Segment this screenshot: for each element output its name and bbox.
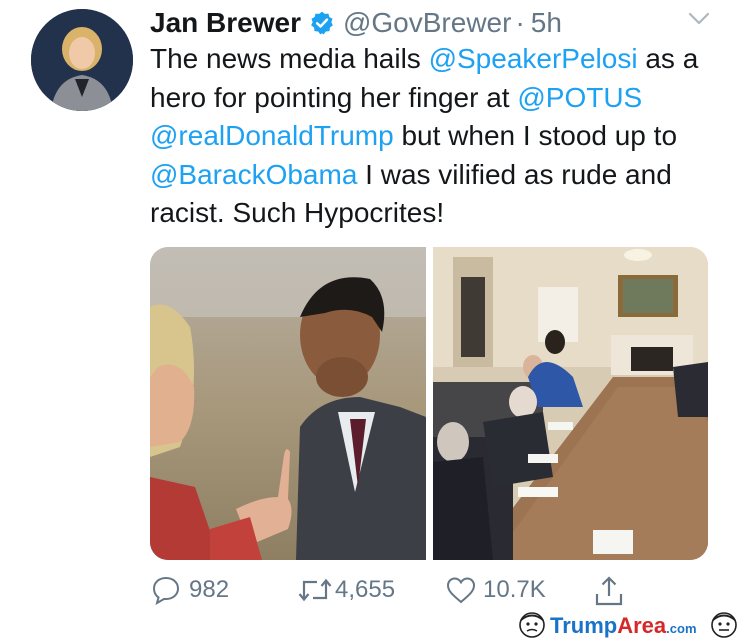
- watermark-text: TrumpArea.com: [550, 613, 697, 639]
- reply-count: 982: [189, 576, 230, 603]
- mention-link[interactable]: @realDonaldTrump: [150, 120, 394, 151]
- text-segment: The news media hails: [150, 43, 429, 74]
- chevron-down-icon[interactable]: [688, 12, 710, 31]
- tweet-actions: 982 4,655 10.7K: [0, 575, 740, 615]
- retweet-button[interactable]: 4,655: [297, 575, 395, 605]
- cartoon-face-icon: [711, 612, 737, 638]
- watermark-part-3: .com: [666, 621, 697, 636]
- author-avatar[interactable]: [31, 9, 133, 111]
- verified-badge-icon: [309, 10, 335, 36]
- mention-link[interactable]: @SpeakerPelosi: [429, 43, 638, 74]
- like-button[interactable]: 10.7K: [445, 575, 546, 605]
- share-button[interactable]: [594, 575, 624, 607]
- watermark-part-1: Trump: [550, 613, 618, 638]
- author-handle[interactable]: @GovBrewer: [343, 7, 511, 39]
- mention-link[interactable]: @BarackObama: [150, 159, 357, 190]
- reply-button[interactable]: 982: [151, 575, 229, 605]
- mention-link[interactable]: @POTUS: [517, 82, 642, 113]
- reply-icon: [151, 575, 181, 605]
- photo-right[interactable]: [433, 247, 708, 560]
- like-icon: [445, 575, 477, 605]
- tweet-timestamp[interactable]: 5h: [531, 7, 562, 39]
- tweet-header: Jan Brewer @GovBrewer · 5h: [150, 5, 562, 41]
- watermark-part-2: Area: [617, 613, 667, 638]
- retweet-icon: [297, 575, 333, 605]
- separator-dot: ·: [515, 7, 525, 38]
- like-count: 10.7K: [483, 576, 546, 603]
- avatar-image: [31, 9, 133, 111]
- text-segment: but when I stood up to: [393, 120, 678, 151]
- author-name[interactable]: Jan Brewer: [150, 7, 301, 39]
- retweet-count: 4,655: [335, 576, 396, 603]
- photo-left[interactable]: [150, 247, 426, 560]
- share-icon: [594, 575, 624, 607]
- tweet-media[interactable]: [150, 247, 708, 560]
- watermark-logo: TrumpArea.com: [518, 611, 740, 639]
- cartoon-face-icon: [519, 612, 545, 638]
- tweet-text: The news media hails @SpeakerPelosi as a…: [150, 40, 725, 233]
